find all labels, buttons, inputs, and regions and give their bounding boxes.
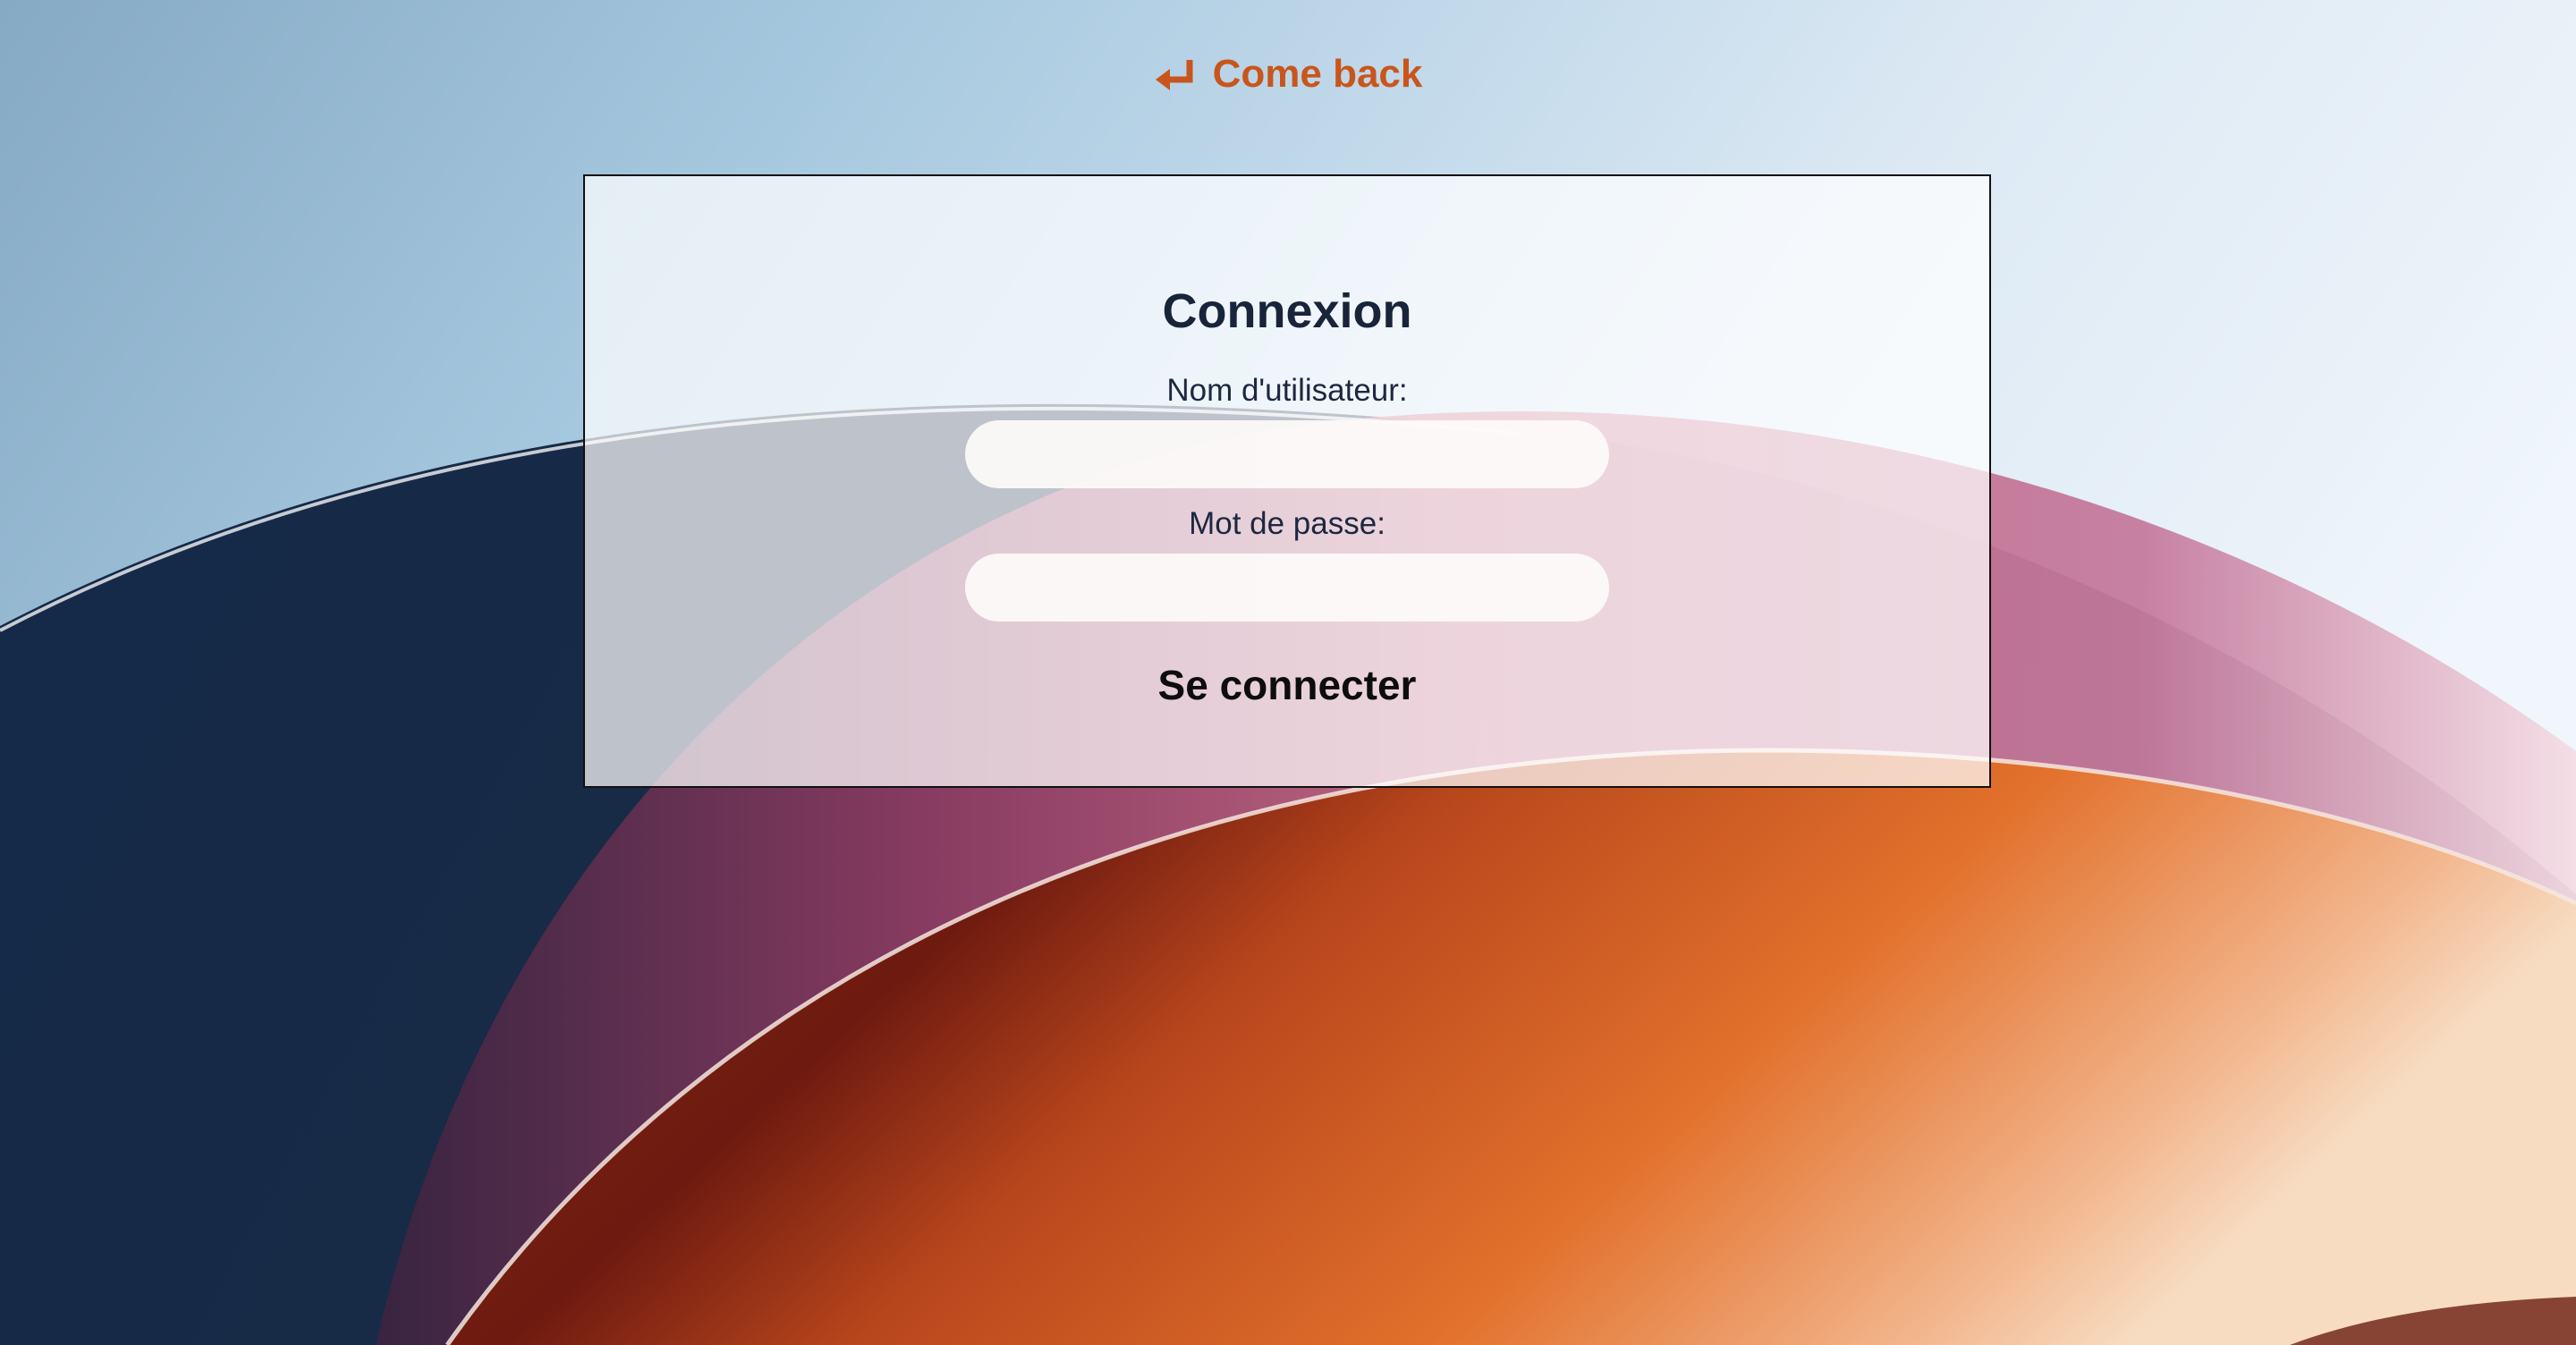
login-title: Connexion xyxy=(1162,284,1412,338)
come-back-label: Come back xyxy=(1212,52,1423,96)
username-label: Nom d'utilisateur: xyxy=(1166,373,1408,408)
come-back-container: Come back xyxy=(0,52,2576,97)
login-button[interactable]: Se connecter xyxy=(1158,661,1417,709)
login-card: Connexion Nom d'utilisateur: Mot de pass… xyxy=(583,174,1991,788)
username-input[interactable] xyxy=(965,420,1609,488)
password-label: Mot de passe: xyxy=(1189,506,1385,541)
come-back-link[interactable]: Come back xyxy=(1154,52,1423,97)
return-arrow-icon xyxy=(1155,60,1193,90)
password-input[interactable] xyxy=(965,554,1609,622)
